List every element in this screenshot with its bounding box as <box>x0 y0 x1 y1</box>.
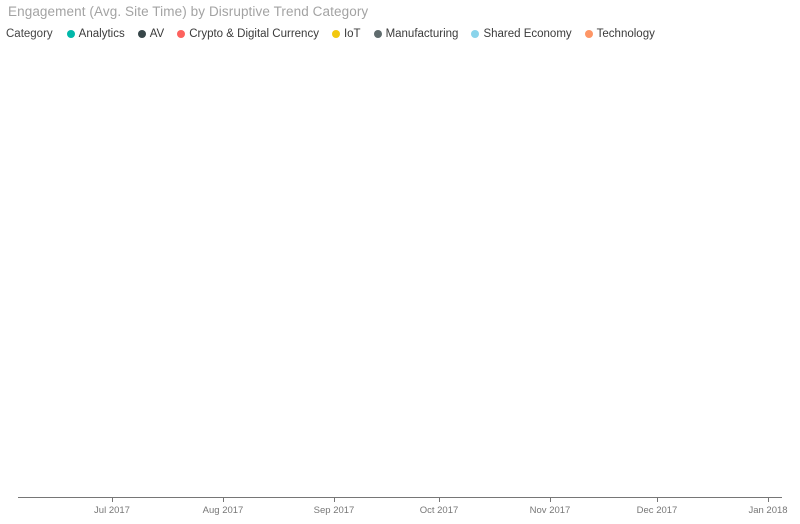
x-axis-tick-label: Sep 2017 <box>313 505 355 516</box>
x-axis-tick-label: Oct 2017 <box>419 505 459 516</box>
legend-title: Category <box>6 28 53 40</box>
legend-swatch-av <box>137 30 146 38</box>
x-axis-tick <box>550 497 551 502</box>
legend-swatch-technology <box>584 30 593 38</box>
legend-item-technology[interactable]: Technology <box>584 28 655 40</box>
legend-label-technology: Technology <box>596 28 655 40</box>
x-axis-tick-label: Nov 2017 <box>529 505 571 516</box>
legend-item-analytics[interactable]: Analytics <box>66 28 125 40</box>
x-axis-tick <box>223 497 224 502</box>
legend-label-manufacturing: Manufacturing <box>385 28 459 40</box>
x-axis-tick <box>112 497 113 502</box>
legend-item-manufacturing[interactable]: Manufacturing <box>373 28 459 40</box>
legend-swatch-crypto-digital-currency <box>177 30 186 38</box>
x-axis: Jul 2017 Aug 2017 Sep 2017 Oct 2017 Nov 2017… <box>0 497 800 524</box>
page-title: Engagement (Avg. Site Time) by Disruptiv… <box>8 4 369 19</box>
legend-swatch-iot <box>331 30 340 38</box>
legend-label-iot: IoT <box>343 28 361 40</box>
legend-label-analytics: Analytics <box>78 28 125 40</box>
x-axis-tick <box>334 497 335 502</box>
legend-swatch-analytics <box>66 30 75 38</box>
x-axis-tick <box>439 497 440 502</box>
x-axis-tick <box>768 497 769 502</box>
legend-label-crypto-digital-currency: Crypto & Digital Currency <box>189 28 319 40</box>
plot-area[interactable] <box>0 50 800 500</box>
legend: Category Analytics AV Crypto & Digital C… <box>6 28 668 40</box>
stream-graph <box>0 50 800 500</box>
x-axis-tick-label: Aug 2017 <box>202 505 244 516</box>
legend-item-shared-economy[interactable]: Shared Economy <box>471 28 572 40</box>
legend-label-shared-economy: Shared Economy <box>483 28 572 40</box>
x-axis-tick <box>657 497 658 502</box>
legend-swatch-manufacturing <box>373 30 382 38</box>
legend-label-av: AV <box>149 28 165 40</box>
x-axis-tick-label: Jul 2017 <box>94 505 130 516</box>
legend-item-crypto-digital-currency[interactable]: Crypto & Digital Currency <box>177 28 319 40</box>
x-axis-tick-label: Jan 2018 <box>748 505 788 516</box>
legend-item-av[interactable]: AV <box>137 28 165 40</box>
x-axis-tick-label: Dec 2017 <box>636 505 678 516</box>
chart-visual: Engagement (Avg. Site Time) by Disruptiv… <box>0 0 800 524</box>
legend-item-iot[interactable]: IoT <box>331 28 361 40</box>
legend-swatch-shared-economy <box>471 30 480 38</box>
x-axis-line <box>18 497 782 498</box>
